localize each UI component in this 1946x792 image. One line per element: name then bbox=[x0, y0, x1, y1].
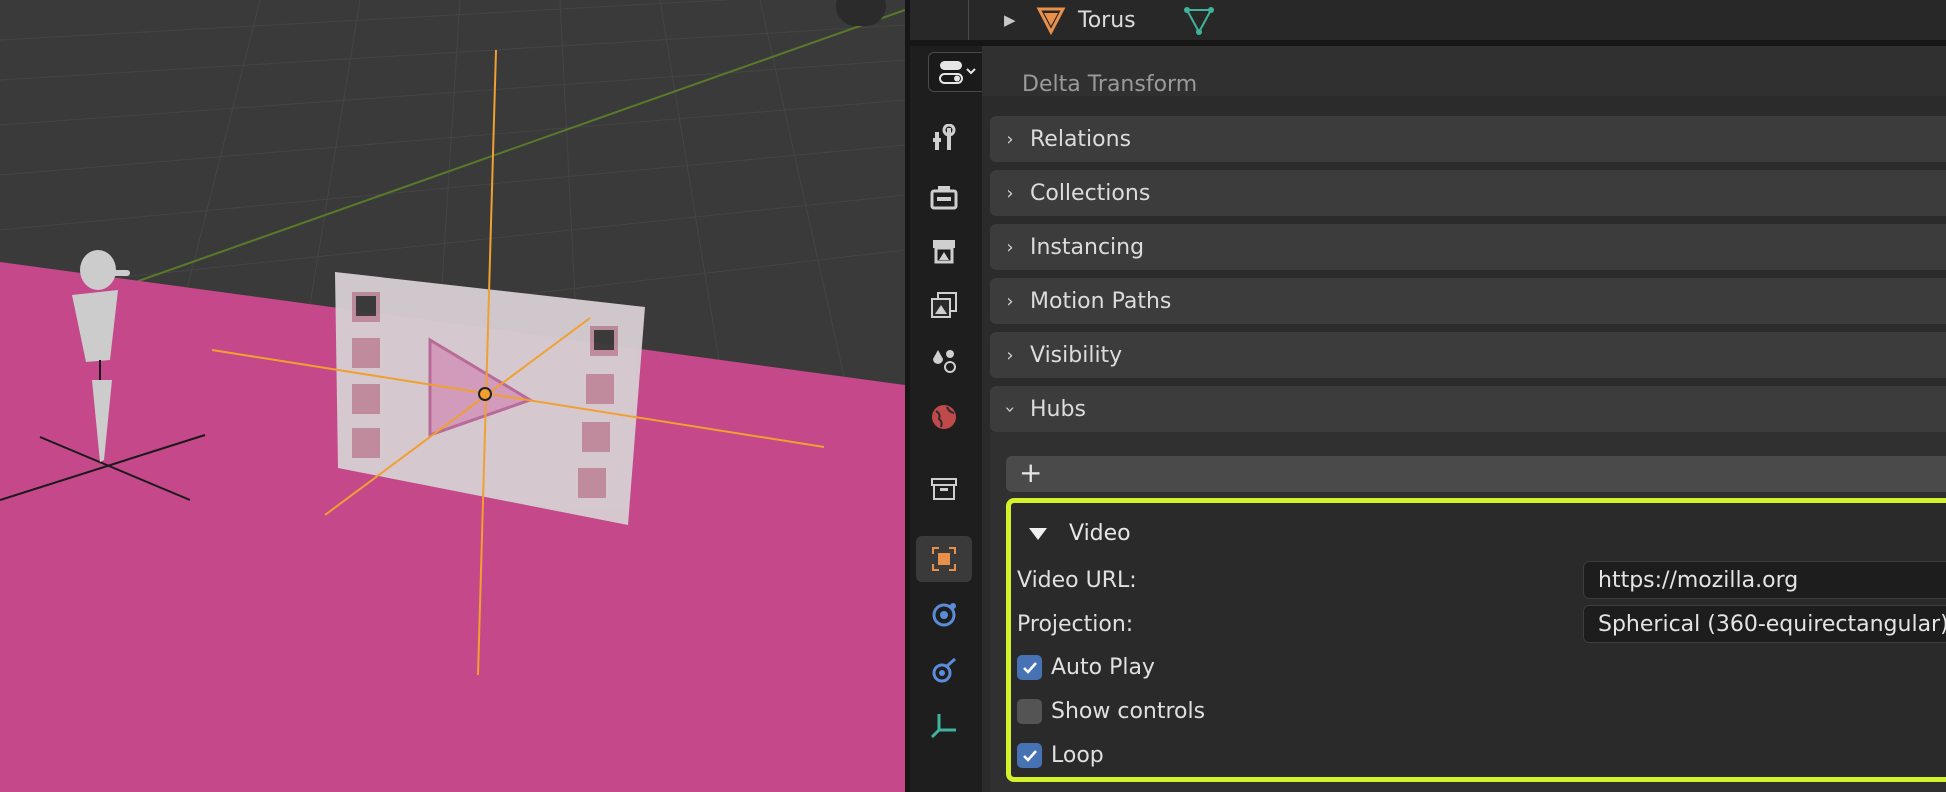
tool-icon bbox=[933, 124, 956, 150]
checkmark-icon bbox=[1022, 749, 1037, 762]
tab-collection[interactable] bbox=[916, 466, 972, 512]
auto-play-checkbox[interactable] bbox=[1017, 655, 1042, 680]
panel-title: Relations bbox=[1030, 126, 1132, 152]
show-controls-checkbox[interactable] bbox=[1017, 699, 1042, 724]
auto-play-label: Auto Play bbox=[1051, 655, 1155, 680]
panel-visibility[interactable]: › Visibility bbox=[990, 332, 1946, 378]
panel-relations[interactable]: › Relations bbox=[990, 116, 1946, 162]
checkmark-icon bbox=[1022, 661, 1037, 674]
properties-editor-icon bbox=[939, 61, 976, 84]
plus-icon: + bbox=[1019, 456, 1043, 489]
tab-object[interactable] bbox=[916, 536, 972, 582]
collection-icon bbox=[931, 478, 957, 500]
tab-render[interactable] bbox=[916, 174, 972, 220]
loop-checkbox[interactable] bbox=[1017, 743, 1042, 768]
outliner-separator bbox=[968, 0, 969, 40]
chevron-right-icon: › bbox=[1006, 128, 1014, 150]
panel-title: Hubs bbox=[1030, 396, 1086, 422]
render-icon bbox=[930, 186, 958, 210]
video-url-field[interactable]: https://mozilla.org bbox=[1583, 561, 1946, 599]
data-icon bbox=[930, 714, 956, 739]
tab-physics[interactable] bbox=[916, 592, 972, 638]
auto-play-checkbox-row[interactable]: Auto Play bbox=[1017, 655, 1155, 680]
tab-constraint[interactable] bbox=[916, 648, 972, 694]
video-component-header[interactable]: Video bbox=[1029, 521, 1131, 546]
tab-world[interactable] bbox=[916, 394, 972, 440]
panel-collections[interactable]: › Collections bbox=[990, 170, 1946, 216]
show-controls-label: Show controls bbox=[1051, 699, 1206, 724]
expand-arrow-icon[interactable]: ▶ bbox=[1004, 11, 1016, 29]
panel-title: Collections bbox=[1030, 180, 1151, 206]
video-component: Video Video URL: https://mozilla.org Pro… bbox=[1006, 498, 1946, 782]
world-icon bbox=[932, 405, 956, 429]
chevron-down-icon: › bbox=[999, 405, 1021, 413]
object-name[interactable]: Torus bbox=[1078, 8, 1136, 33]
show-controls-checkbox-row[interactable]: Show controls bbox=[1017, 699, 1205, 724]
outliner-row[interactable]: ▶ Torus bbox=[910, 0, 1946, 40]
tab-output[interactable] bbox=[916, 228, 972, 274]
chevron-right-icon: › bbox=[1006, 344, 1014, 366]
panel-title: Instancing bbox=[1030, 234, 1145, 260]
tab-view-layer[interactable] bbox=[916, 282, 972, 328]
projection-label: Projection: bbox=[1017, 612, 1134, 637]
loop-checkbox-row[interactable]: Loop bbox=[1017, 743, 1104, 768]
scene-icon bbox=[933, 350, 956, 373]
output-icon bbox=[933, 240, 955, 264]
add-component-button[interactable]: + bbox=[1006, 456, 1946, 492]
chevron-right-icon: › bbox=[1006, 182, 1014, 204]
panel-motion-paths[interactable]: › Motion Paths bbox=[990, 278, 1946, 324]
object-origin bbox=[478, 387, 492, 401]
chevron-right-icon: › bbox=[1006, 236, 1014, 258]
collapse-triangle-icon[interactable] bbox=[1029, 528, 1047, 540]
panel-hubs[interactable]: › Hubs bbox=[990, 386, 1946, 432]
physics-icon bbox=[932, 603, 956, 627]
properties-header: Delta Transform bbox=[982, 46, 1946, 97]
panel-title: Motion Paths bbox=[1030, 288, 1172, 314]
properties-panel: Delta Transform › Relations › Collection… bbox=[982, 46, 1946, 792]
video-url-label: Video URL: bbox=[1017, 568, 1137, 593]
tab-data[interactable] bbox=[916, 702, 972, 748]
constraint-icon bbox=[932, 657, 956, 683]
loop-label: Loop bbox=[1051, 743, 1104, 768]
viewport-scene bbox=[0, 0, 905, 792]
panel-title: Visibility bbox=[1030, 342, 1123, 368]
projection-dropdown[interactable]: Spherical (360-equirectangular) bbox=[1583, 605, 1946, 643]
panel-instancing[interactable]: › Instancing bbox=[990, 224, 1946, 270]
properties-tab-bar bbox=[910, 46, 988, 792]
tab-scene[interactable] bbox=[916, 338, 972, 384]
editor-type-button[interactable] bbox=[928, 52, 988, 92]
mesh-data-icon[interactable] bbox=[1182, 4, 1216, 36]
chevron-right-icon: › bbox=[1006, 290, 1014, 312]
tab-tool[interactable] bbox=[916, 116, 972, 162]
view-layer-icon bbox=[931, 292, 957, 318]
cut-off-panel-label: Delta Transform bbox=[1022, 72, 1198, 97]
object-icon bbox=[1036, 7, 1066, 35]
video-component-title: Video bbox=[1069, 521, 1131, 546]
object-properties-icon bbox=[932, 547, 956, 571]
3d-viewport[interactable] bbox=[0, 0, 905, 792]
